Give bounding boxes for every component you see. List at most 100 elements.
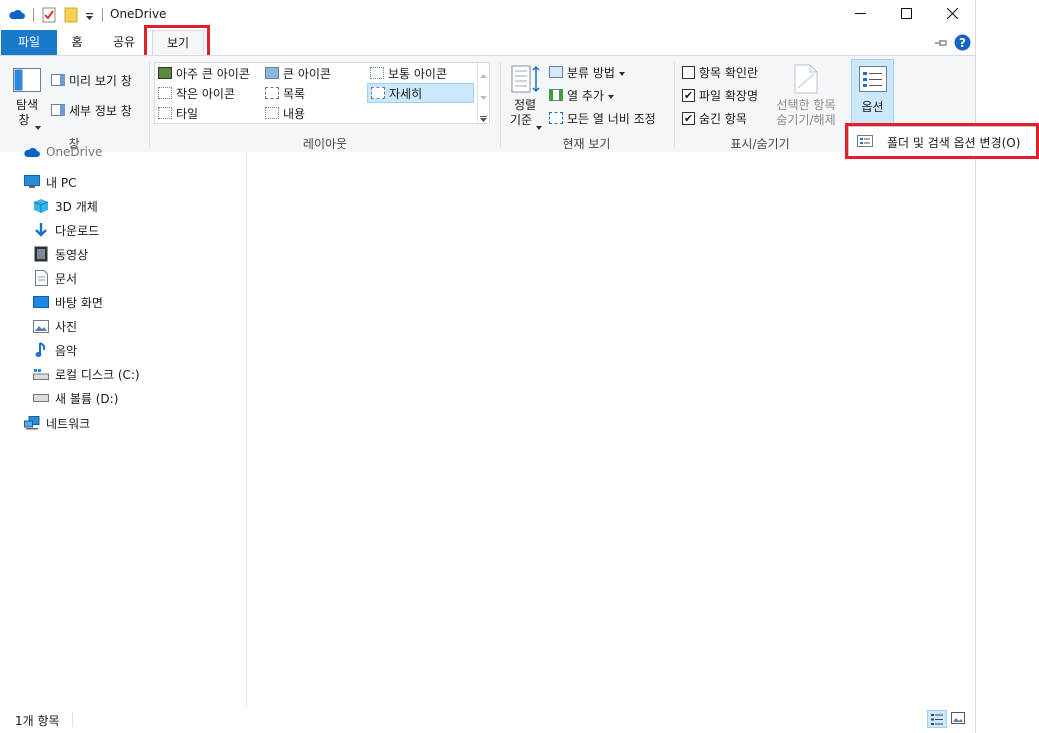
onedrive-cloud-icon [8, 8, 25, 23]
hidden-items-checkbox[interactable]: ✔ [682, 111, 695, 125]
folder-options-icon [857, 134, 873, 150]
pc-icon [24, 174, 40, 190]
nav-item-network[interactable]: 네트워크 [24, 412, 90, 434]
options-dropdown-menu: 폴더 및 검색 옵션 변경(O) [848, 126, 1037, 158]
nav-item-local-disk-c[interactable]: 로컬 디스크 (C:) [33, 363, 140, 385]
nav-item-videos[interactable]: 동영상 [33, 243, 88, 265]
layout-item-label: 보통 아이콘 [388, 66, 448, 81]
layout-content[interactable]: 내용 [265, 103, 305, 123]
sort-by-label-line2: 기준 [509, 113, 533, 127]
quick-access-separator [33, 8, 34, 22]
help-icon[interactable]: ? [954, 34, 971, 54]
hide-selected-label: 선택한 항목 [776, 98, 836, 112]
fit-columns-button[interactable]: 모든 열 너비 조정 [549, 108, 656, 128]
nav-item-music[interactable]: 음악 [33, 339, 77, 361]
hide-selected-label-line2: 숨기기/해제 [776, 113, 836, 127]
layout-list[interactable]: 목록 [265, 83, 305, 103]
nav-item-label: 내 PC [46, 175, 77, 190]
network-icon [24, 415, 40, 431]
customize-toolbar-chevron-icon[interactable] [85, 10, 94, 24]
add-columns-button[interactable]: 열 추가 [549, 85, 614, 105]
layout-large-icons[interactable]: 큰 아이콘 [265, 63, 331, 83]
layout-details[interactable]: 자세히 [367, 83, 474, 103]
content-view-icon [265, 107, 279, 119]
layout-item-label: 자세히 [389, 86, 423, 101]
chevron-down-icon [618, 65, 625, 79]
pictures-icon [33, 318, 49, 334]
list-view-icon [265, 87, 279, 99]
item-checkboxes-label: 항목 확인란 [699, 65, 759, 80]
file-list-area[interactable] [247, 152, 975, 707]
details-view-toggle-icon[interactable] [927, 710, 947, 728]
ribbon-tab-bar: 파일 홈 공유 보기 ? [0, 30, 975, 57]
details-pane-button[interactable]: 세부 정보 창 [51, 100, 132, 120]
hidden-items-toggle[interactable]: ✔ 숨긴 항목 [682, 108, 747, 128]
layout-extra-large-icons[interactable]: 아주 큰 아이콘 [158, 63, 250, 83]
details-pane-icon [51, 104, 65, 116]
drive-icon [33, 390, 49, 406]
new-folder-icon[interactable] [64, 7, 78, 26]
layout-small-icons[interactable]: 작은 아이콘 [158, 83, 235, 103]
fit-columns-icon [549, 112, 563, 124]
extra-large-icons-icon [158, 67, 172, 79]
close-button[interactable] [929, 0, 975, 30]
scroll-up-icon[interactable] [480, 67, 487, 81]
layout-group-label: 레이아웃 [302, 137, 348, 151]
gallery-scrollbar[interactable] [477, 63, 489, 123]
maximize-button[interactable] [883, 0, 929, 30]
group-by-button[interactable]: 분류 방법 [549, 62, 625, 82]
documents-icon [33, 270, 49, 286]
nav-item-3d-objects[interactable]: 3D 개체 [33, 195, 98, 217]
scroll-down-icon[interactable] [480, 89, 487, 103]
nav-item-pictures[interactable]: 사진 [33, 315, 77, 337]
chevron-down-icon [35, 119, 41, 133]
nav-item-label: 바탕 화면 [55, 295, 103, 310]
tab-file[interactable]: 파일 [1, 30, 57, 55]
file-extensions-toggle[interactable]: ✔ 파일 확장명 [682, 85, 758, 105]
tab-home[interactable]: 홈 [61, 30, 93, 55]
options-button[interactable]: 옵션 [851, 59, 894, 129]
nav-item-documents[interactable]: 문서 [33, 267, 77, 289]
layout-tiles[interactable]: 타일 [158, 103, 198, 123]
nav-item-new-volume-d[interactable]: 새 볼륨 (D:) [33, 387, 118, 409]
gallery-expand-icon[interactable] [480, 111, 487, 125]
view-ribbon: 탐색 창 미리 보기 창 세부 정보 창 창 아주 큰 아이콘 큰 아이콘 보통… [0, 55, 975, 154]
nav-item-label: 다운로드 [55, 223, 100, 238]
file-extensions-checkbox[interactable]: ✔ [682, 88, 695, 102]
navigation-pane: OneDrive 내 PC 3D 개체 다운로드 동영상 문서 바탕 화면 사진… [0, 145, 247, 707]
nav-item-desktop[interactable]: 바탕 화면 [33, 291, 103, 313]
preview-pane-button[interactable]: 미리 보기 창 [51, 70, 132, 90]
chevron-down-icon [536, 119, 542, 133]
change-folder-and-search-options-item[interactable]: 폴더 및 검색 옵션 변경(O) [857, 132, 1020, 152]
nav-item-this-pc[interactable]: 내 PC [24, 171, 76, 193]
title-separator [102, 8, 103, 22]
sort-by-button[interactable]: 정렬 기준 [505, 62, 545, 132]
layout-gallery: 아주 큰 아이콘 큰 아이콘 보통 아이콘 작은 아이콘 목록 자세히 타일 내… [154, 62, 490, 124]
navigation-pane-label: 탐색 [15, 98, 39, 112]
tab-view[interactable]: 보기 [152, 30, 204, 57]
layout-item-label: 아주 큰 아이콘 [176, 66, 250, 81]
layout-item-label: 타일 [176, 106, 199, 121]
options-label: 옵션 [861, 100, 884, 114]
videos-icon [33, 246, 49, 262]
item-checkboxes-checkbox[interactable] [682, 65, 695, 79]
large-icons-view-toggle-icon[interactable] [951, 711, 965, 728]
change-options-label: 폴더 및 검색 옵션 변경 [887, 135, 1002, 150]
nav-item-onedrive[interactable]: OneDrive [24, 141, 102, 163]
large-icons-icon [265, 67, 279, 79]
item-checkboxes-toggle[interactable]: 항목 확인란 [682, 62, 758, 82]
tab-share[interactable]: 공유 [104, 30, 144, 55]
pin-ribbon-icon[interactable] [934, 37, 948, 52]
minimize-button[interactable] [837, 0, 883, 30]
details-view-icon [371, 87, 385, 99]
local-disk-icon [33, 366, 49, 382]
navigation-pane-button[interactable]: 탐색 창 [6, 62, 48, 132]
sort-by-label: 정렬 [513, 98, 537, 112]
tiles-view-icon [158, 107, 172, 119]
sort-by-icon [511, 64, 541, 97]
properties-check-icon[interactable] [42, 7, 56, 26]
minimize-icon [854, 8, 866, 22]
hide-selected-items-button[interactable]: 선택한 항목 숨기기/해제 [770, 62, 842, 132]
layout-medium-icons[interactable]: 보통 아이콘 [370, 63, 447, 83]
nav-item-downloads[interactable]: 다운로드 [33, 219, 99, 241]
